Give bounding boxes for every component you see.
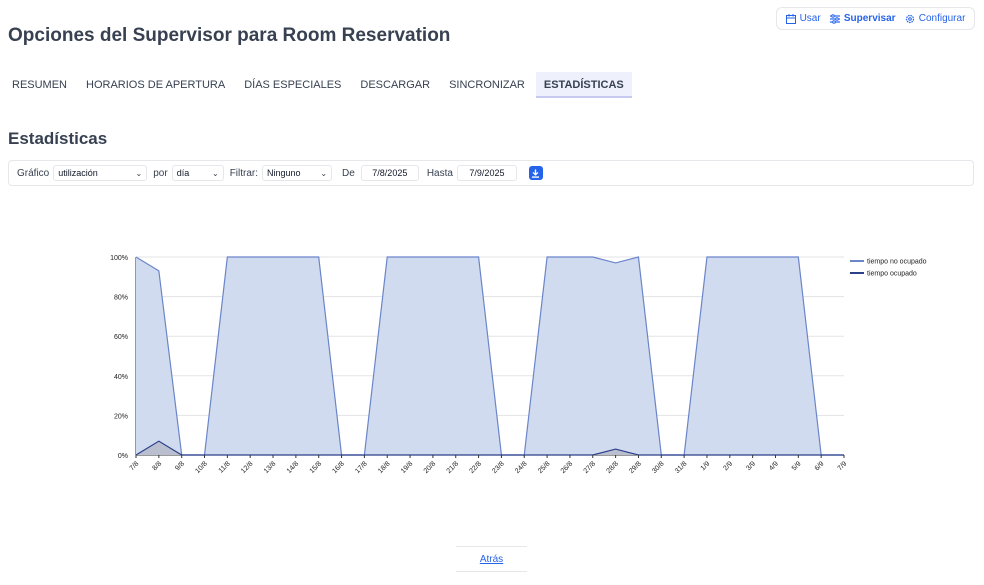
chevron-down-icon: ⌄ — [320, 168, 328, 178]
x-tick-label: 4/9 — [768, 460, 780, 472]
y-tick-label: 60% — [114, 334, 128, 341]
hasta-label: Hasta — [426, 167, 453, 179]
back-link[interactable]: Atrás — [456, 546, 527, 572]
x-tick-label: 23/8 — [491, 460, 506, 475]
x-tick-label: 13/8 — [263, 460, 278, 475]
sliders-icon — [829, 13, 840, 24]
x-tick-label: 22/8 — [468, 460, 483, 475]
x-tick-label: 2/9 — [722, 460, 734, 472]
chevron-down-icon: ⌄ — [211, 168, 219, 178]
grafico-select-value: utilización — [58, 168, 98, 178]
tab-dias-especiales[interactable]: DÍAS ESPECIALES — [236, 72, 349, 98]
nav-supervisar[interactable]: Supervisar — [829, 13, 896, 24]
x-tick-label: 7/9 — [837, 460, 849, 472]
page-title: Opciones del Supervisor para Room Reserv… — [8, 25, 451, 46]
x-tick-label: 20/8 — [423, 460, 438, 475]
tab-sincronizar[interactable]: SINCRONIZAR — [441, 72, 533, 98]
por-select[interactable]: día ⌄ — [171, 165, 224, 181]
x-tick-label: 12/8 — [240, 460, 255, 475]
x-tick-label: 19/8 — [400, 460, 415, 475]
x-tick-label: 29/8 — [628, 460, 643, 475]
x-tick-label: 1/9 — [700, 460, 712, 472]
tab-descargar[interactable]: DESCARGAR — [352, 72, 438, 98]
x-tick-label: 5/9 — [791, 460, 803, 472]
download-icon — [532, 168, 540, 178]
legend-label-tiempo-no-ocupado: tiempo no ocupado — [867, 259, 927, 266]
section-title: Estadísticas — [8, 129, 108, 148]
x-tick-label: 7/8 — [129, 460, 141, 472]
x-tick-label: 15/8 — [309, 460, 324, 475]
x-tick-label: 16/8 — [331, 460, 346, 475]
nav-configurar-label: Configurar — [918, 13, 966, 24]
filtrar-select[interactable]: Ninguno ⌄ — [262, 165, 333, 181]
x-tick-label: 6/9 — [814, 460, 826, 472]
x-tick-label: 28/8 — [605, 460, 620, 475]
x-tick-label: 24/8 — [514, 460, 529, 475]
hasta-date-input[interactable]: 7/9/2025 — [456, 165, 517, 181]
tab-resumen[interactable]: RESUMEN — [4, 72, 75, 98]
x-tick-label: 9/8 — [174, 460, 186, 472]
y-tick-label: 40% — [114, 374, 128, 381]
x-tick-label: 17/8 — [354, 460, 369, 475]
nav-supervisar-label: Supervisar — [843, 13, 896, 24]
x-tick-label: 30/8 — [651, 460, 666, 475]
por-select-value: día — [176, 168, 190, 178]
gear-icon — [905, 14, 914, 23]
grafico-label: Gráfico — [17, 167, 50, 179]
download-button[interactable] — [528, 166, 543, 180]
de-label: De — [342, 167, 355, 179]
tab-estadisticas[interactable]: ESTADÍSTICAS — [535, 72, 632, 98]
y-tick-label: 80% — [114, 295, 128, 302]
nav-usar[interactable]: Usar — [785, 13, 821, 24]
filtrar-select-value: Ninguno — [267, 168, 301, 178]
tab-bar: RESUMEN HORARIOS DE APERTURA DÍAS ESPECI… — [4, 72, 635, 98]
nav-configurar[interactable]: Configurar — [905, 13, 966, 24]
x-tick-label: 31/8 — [674, 460, 689, 475]
x-tick-label: 3/9 — [745, 460, 757, 472]
filtrar-label: Filtrar: — [229, 167, 259, 179]
top-nav: Usar Supervisar Configurar — [776, 7, 975, 30]
de-date-input[interactable]: 7/8/2025 — [360, 165, 419, 181]
y-tick-label: 100% — [110, 255, 128, 262]
x-tick-label: 8/8 — [151, 460, 163, 472]
filter-bar: Gráfico utilización ⌄ por día ⌄ Filtrar:… — [8, 160, 974, 186]
legend-label-tiempo-ocupado: tiempo ocupado — [867, 271, 917, 278]
x-tick-label: 25/8 — [537, 460, 552, 475]
por-label: por — [153, 167, 168, 179]
chevron-down-icon: ⌄ — [135, 168, 143, 178]
utilization-chart: 0% 20% 40% 60% 80% 100% 7/8 8/8 9/8 10/8 11/8 12/8 1… — [110, 255, 927, 475]
x-tick-label: 26/8 — [560, 460, 575, 475]
y-tick-label: 20% — [114, 413, 128, 420]
y-tick-label: 0% — [118, 453, 128, 460]
x-tick-label: 18/8 — [377, 460, 392, 475]
nav-usar-label: Usar — [799, 13, 821, 24]
calendar-icon — [785, 13, 796, 24]
tab-horarios-de-apertura[interactable]: HORARIOS DE APERTURA — [78, 72, 233, 98]
x-tick-label: 14/8 — [286, 460, 301, 475]
x-tick-label: 27/8 — [583, 460, 598, 475]
x-tick-label: 11/8 — [218, 460, 232, 474]
x-tick-label: 10/8 — [194, 460, 209, 475]
grafico-select[interactable]: utilización ⌄ — [53, 165, 148, 181]
x-tick-label: 21/8 — [446, 460, 461, 475]
